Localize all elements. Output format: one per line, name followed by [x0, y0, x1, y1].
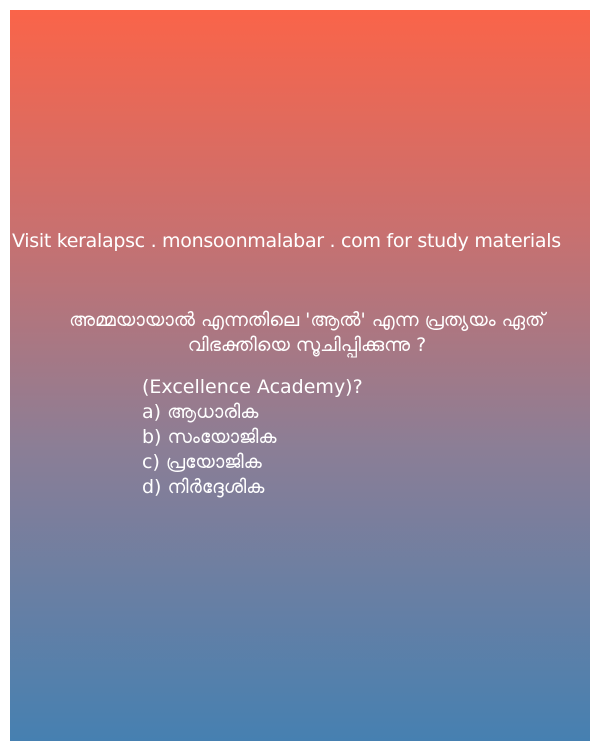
- option-d: d) നിർദ്ദേശിക: [142, 476, 265, 498]
- answer-block: (Excellence Academy)? a) ആധാരിക b) സംയോജ…: [142, 375, 572, 500]
- question-card: Visit keralapsc . monsoonmalabar . com f…: [10, 10, 590, 741]
- promo-text: Visit keralapsc . monsoonmalabar . com f…: [12, 230, 561, 252]
- question-source: (Excellence Academy)?: [142, 376, 363, 398]
- question-text: അമ്മയായാൽ എന്നതിലെ 'ആൽ' എന്ന പ്രത്യയം ഏത…: [69, 309, 545, 356]
- option-c: c) പ്രയോജിക: [142, 451, 262, 473]
- option-a: a) ആധാരിക: [142, 401, 259, 423]
- option-b: b) സംയോജിക: [142, 426, 277, 448]
